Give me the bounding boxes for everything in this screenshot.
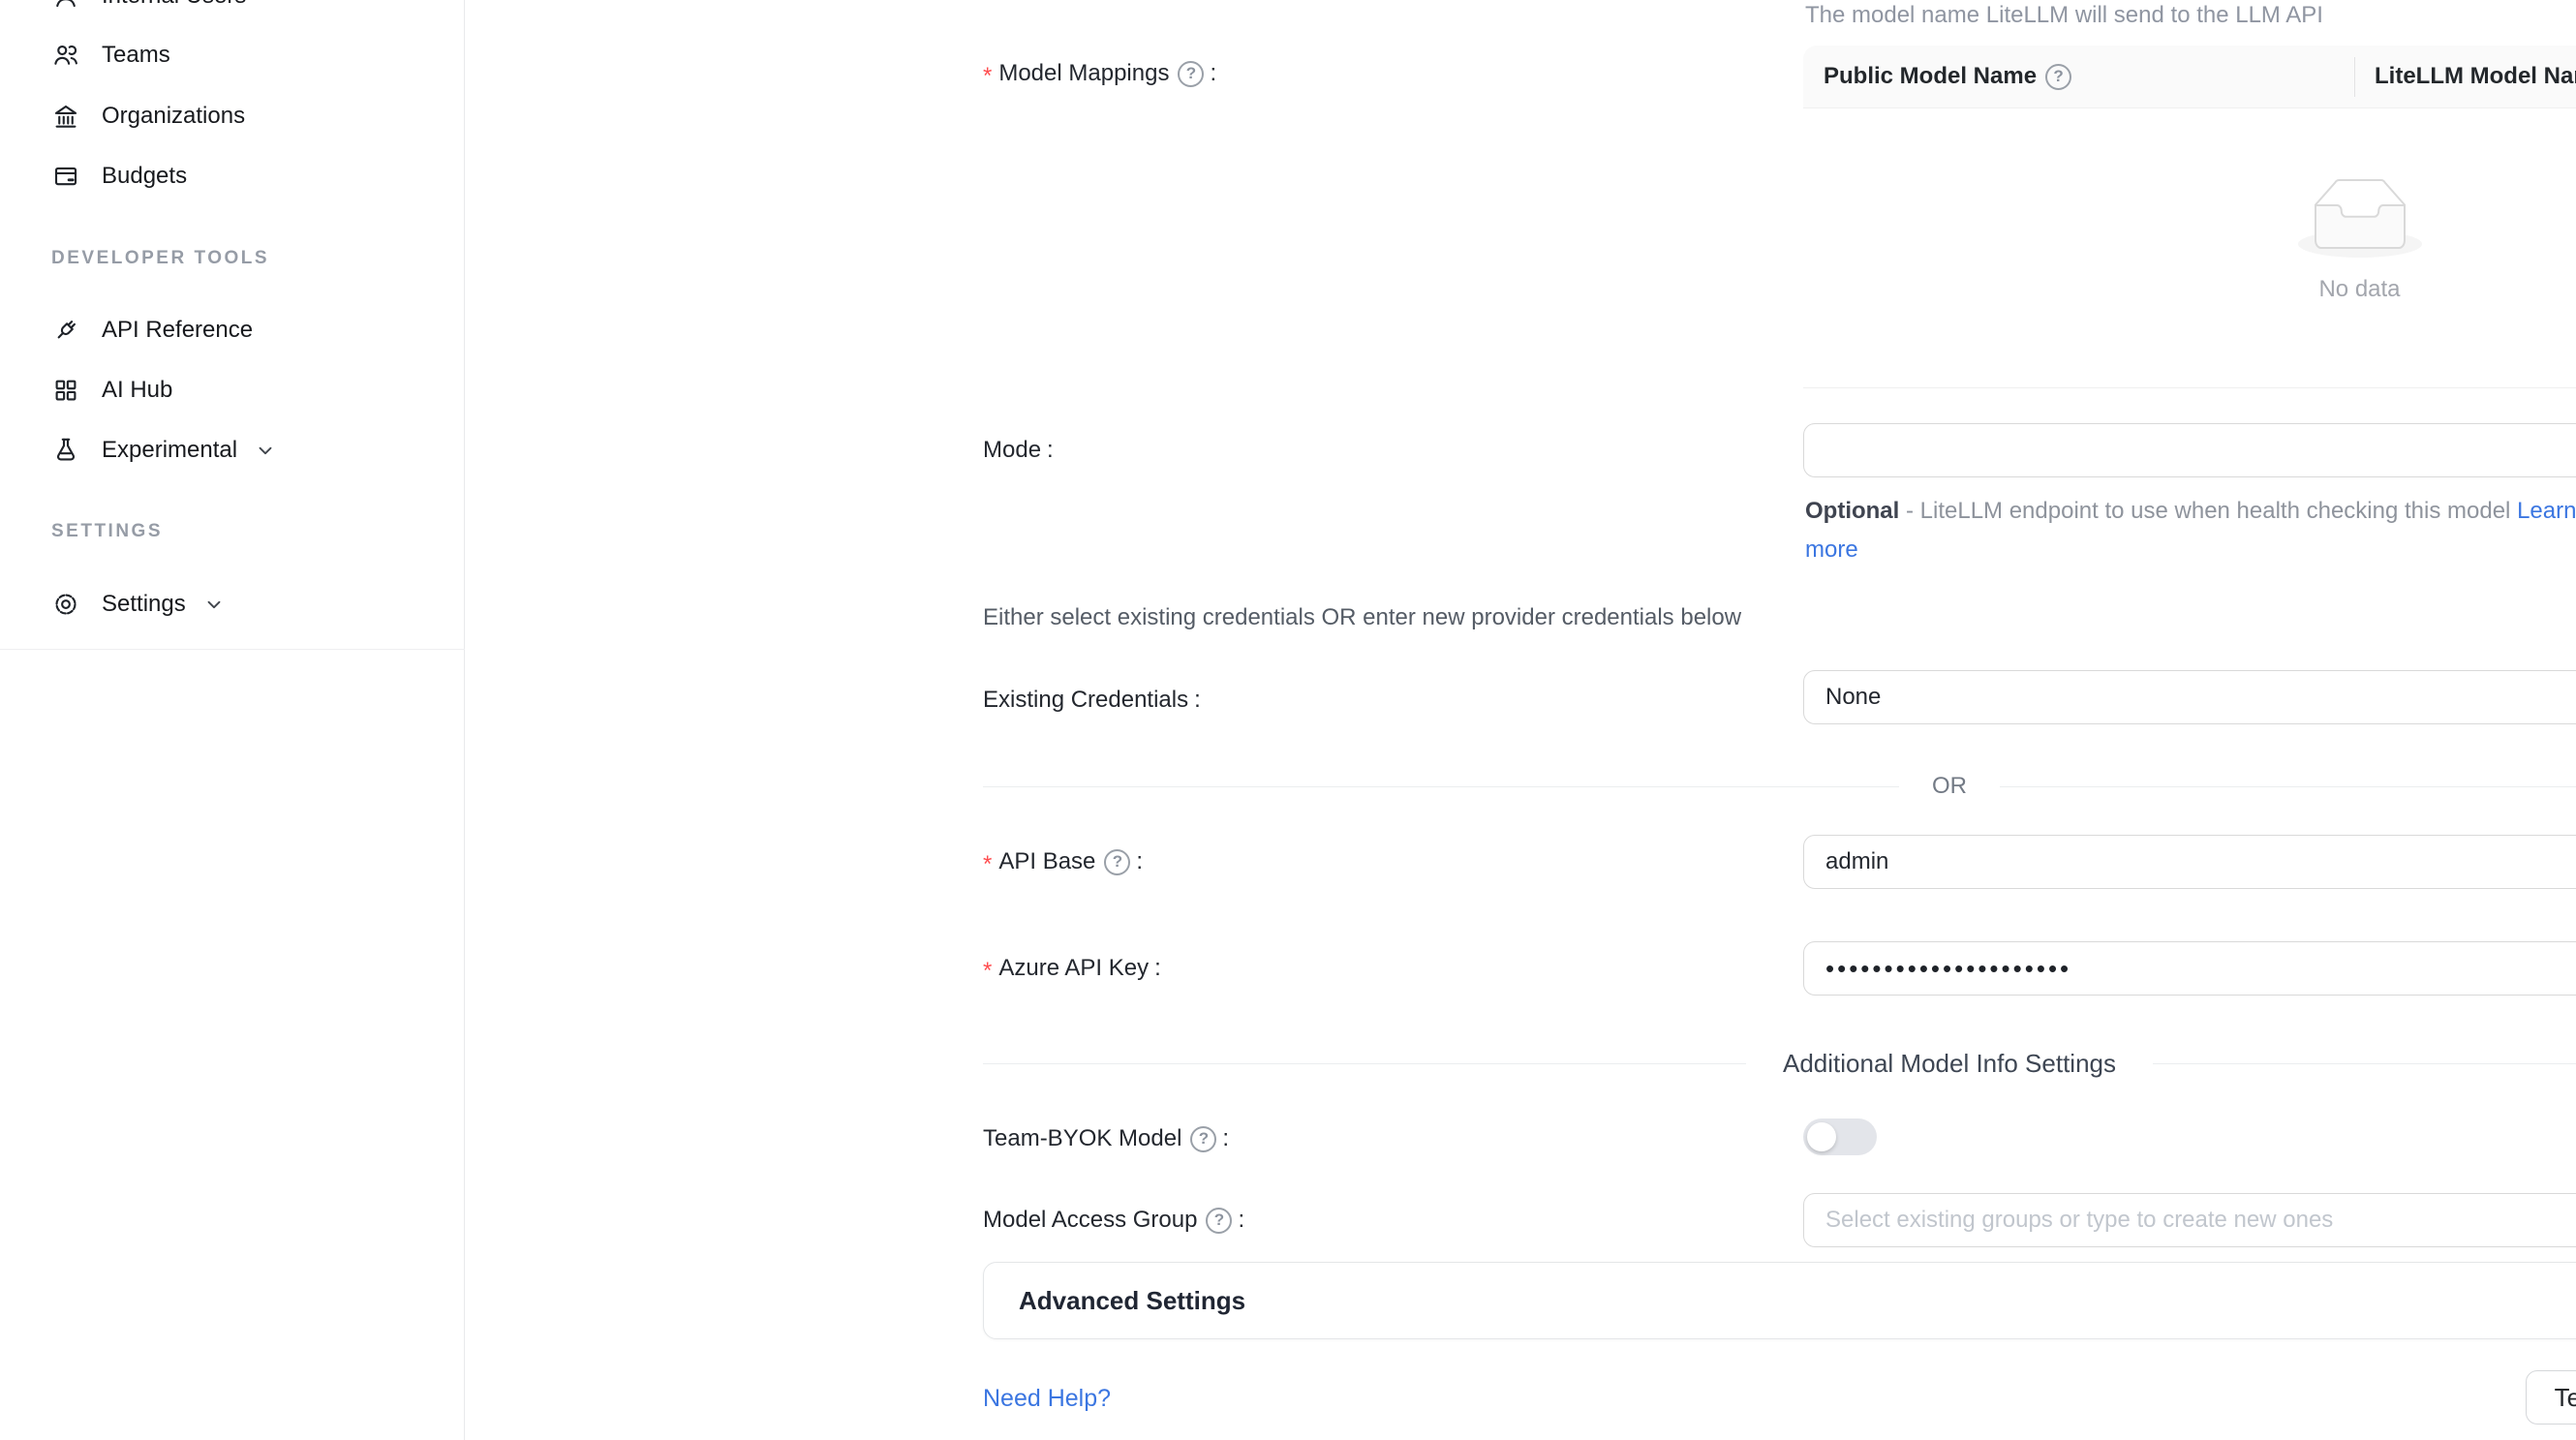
sidebar-item-organizations[interactable]: Organizations — [0, 87, 465, 145]
sidebar-divider — [0, 649, 465, 650]
mode-select[interactable] — [1803, 423, 2576, 477]
add-model-page: Internal Users Teams Organizations Budge… — [0, 0, 2576, 1440]
help-circle-icon[interactable]: ? — [1178, 61, 1204, 87]
column-header-litellm-model-name: LiteLLM Model Name ? — [2354, 46, 2576, 107]
sidebar-item-experimental[interactable]: Experimental — [0, 421, 465, 479]
existing-credentials-select[interactable]: None — [1803, 670, 2576, 724]
api-base-input[interactable]: admin — [1803, 835, 2576, 889]
test-connect-button[interactable]: Test Connect — [2526, 1370, 2576, 1425]
masked-api-key: ••••••••••••••••••••• — [1825, 941, 2071, 996]
azure-api-key-input[interactable]: ••••••••••••••••••••• — [1803, 941, 2576, 996]
table-empty-state: No data — [1803, 108, 2576, 388]
help-circle-icon[interactable]: ? — [2045, 64, 2071, 90]
advanced-settings-panel[interactable]: Advanced Settings — [983, 1262, 2576, 1339]
advanced-settings-title: Advanced Settings — [1019, 1286, 2576, 1316]
sidebar-section-developer-tools: DEVELOPER TOOLS — [51, 242, 269, 275]
toggle-knob — [1807, 1122, 1836, 1151]
model-access-group-select[interactable]: Select existing groups or type to create… — [1803, 1193, 2576, 1247]
sidebar-item-settings[interactable]: Settings — [0, 575, 465, 633]
litellm-model-name-helper: The model name LiteLLM will send to the … — [1805, 2, 2323, 29]
sidebar-item-label: Teams — [102, 42, 170, 69]
sidebar-item-label: AI Hub — [102, 377, 172, 404]
chevron-down-icon — [255, 440, 276, 461]
model-access-group-label: Model Access Group ? : — [983, 1203, 1244, 1238]
model-mappings-table: Public Model Name ? LiteLLM Model Name ?… — [1803, 46, 2576, 388]
azure-api-key-label: * Azure API Key : — [983, 951, 1161, 986]
sidebar: Internal Users Teams Organizations Budge… — [0, 0, 465, 1440]
mode-label: Mode : — [983, 433, 1054, 468]
sidebar-item-label: Experimental — [102, 437, 237, 464]
or-divider-text: OR — [1932, 773, 1967, 800]
sidebar-item-label: API Reference — [102, 317, 253, 344]
sidebar-item-api-reference[interactable]: API Reference — [0, 301, 465, 359]
help-circle-icon[interactable]: ? — [1190, 1126, 1216, 1152]
additional-model-info-divider: Additional Model Info Settings — [983, 1044, 2576, 1083]
additional-model-info-title: Additional Model Info Settings — [1783, 1049, 2116, 1079]
help-circle-icon[interactable]: ? — [1104, 849, 1130, 875]
required-asterisk: * — [983, 63, 992, 90]
team-byok-label: Team-BYOK Model ? : — [983, 1121, 1229, 1156]
api-base-value: admin — [1825, 848, 1888, 875]
api-base-label: * API Base ? : — [983, 844, 1143, 879]
bank-icon — [51, 102, 80, 131]
teams-icon — [51, 41, 80, 70]
flask-icon — [51, 436, 80, 465]
grid-icon — [51, 376, 80, 405]
credentials-note: Either select existing credentials OR en… — [983, 604, 1741, 631]
column-header-public-model-name: Public Model Name ? — [1803, 46, 2354, 107]
mode-help-text: Optional - LiteLLM endpoint to use when … — [1805, 492, 2576, 569]
empty-state-text: No data — [2318, 276, 2400, 303]
sidebar-section-settings: SETTINGS — [51, 515, 163, 548]
sidebar-item-budgets[interactable]: Budgets — [0, 147, 465, 205]
sidebar-item-label: Internal Users — [102, 0, 246, 10]
required-asterisk: * — [983, 958, 992, 985]
plug-icon — [51, 316, 80, 345]
sidebar-item-label: Budgets — [102, 163, 187, 190]
add-model-form: The model name LiteLLM will send to the … — [466, 0, 2496, 1440]
model-mappings-label: * Model Mappings ? : — [983, 56, 1216, 91]
sidebar-item-label: Settings — [102, 591, 186, 618]
sidebar-item-teams[interactable]: Teams — [0, 26, 465, 84]
or-divider: OR — [983, 767, 2576, 806]
model-access-group-placeholder: Select existing groups or type to create… — [1825, 1207, 2333, 1234]
existing-credentials-label: Existing Credentials : — [983, 683, 1201, 718]
existing-credentials-value: None — [1825, 684, 1881, 711]
gear-icon — [51, 590, 80, 619]
help-circle-icon[interactable]: ? — [1206, 1208, 1232, 1234]
chevron-down-icon — [203, 594, 225, 615]
need-help-link[interactable]: Need Help? — [983, 1385, 1111, 1413]
required-asterisk: * — [983, 851, 992, 878]
sidebar-item-ai-hub[interactable]: AI Hub — [0, 361, 465, 419]
user-icon — [51, 0, 80, 11]
wallet-icon — [51, 162, 80, 191]
team-byok-toggle[interactable] — [1803, 1118, 1877, 1155]
sidebar-item-internal-users[interactable]: Internal Users — [0, 0, 465, 25]
sidebar-item-label: Organizations — [102, 103, 245, 130]
table-header-row: Public Model Name ? LiteLLM Model Name ? — [1803, 46, 2576, 108]
empty-inbox-icon — [2298, 178, 2422, 262]
